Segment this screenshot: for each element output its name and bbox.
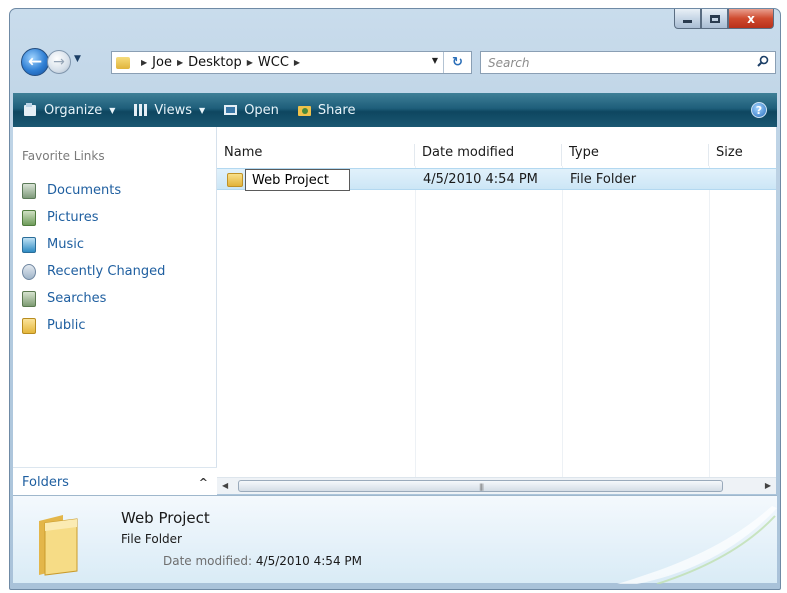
views-icon <box>134 104 148 116</box>
column-headers: Name Date modified Type Size <box>217 127 776 166</box>
minimize-button[interactable] <box>674 9 701 29</box>
share-button[interactable]: Share <box>297 102 356 118</box>
open-button[interactable]: Open <box>223 103 279 118</box>
explorer-window: x ← → ▼ ▶ Joe ▶ Desktop ▶ WCC ▶ ▼ ↻ Sear… <box>9 8 781 590</box>
favorite-link-label: Searches <box>47 291 107 306</box>
favorite-link-recently-changed[interactable]: Recently Changed <box>22 258 165 285</box>
back-arrow-icon: ← <box>27 52 43 72</box>
favorite-link-label: Music <box>47 237 84 252</box>
command-bar: Organize ▼ Views ▼ Open Share ? <box>13 93 777 127</box>
views-button[interactable]: Views ▼ <box>133 103 205 118</box>
scroll-left-icon[interactable]: ◀ <box>222 481 228 490</box>
column-divider <box>562 166 563 486</box>
close-button[interactable]: x <box>728 9 774 29</box>
date-modified-label: Date modified: <box>163 554 253 568</box>
favorite-links-heading: Favorite Links <box>22 149 105 163</box>
favorite-link-pictures[interactable]: Pictures <box>22 204 165 231</box>
breadcrumb-wcc[interactable]: WCC <box>258 55 289 70</box>
folder-icon <box>39 515 78 576</box>
refresh-button[interactable]: ↻ <box>443 52 471 73</box>
column-header-date-modified[interactable]: Date modified <box>415 144 562 166</box>
details-date-modified: Date modified: 4/5/2010 4:54 PM <box>163 554 362 568</box>
organize-icon <box>24 103 36 116</box>
searches-icon <box>22 290 36 307</box>
date-modified-value: 4/5/2010 4:54 PM <box>255 554 362 568</box>
folder-icon <box>227 173 243 187</box>
maximize-button[interactable] <box>701 9 728 29</box>
details-item-name: Web Project <box>121 509 210 527</box>
type-cell: File Folder <box>570 172 637 187</box>
music-icon <box>22 236 36 253</box>
search-icon[interactable] <box>757 55 769 67</box>
share-label: Share <box>317 102 356 118</box>
organize-label: Organize <box>44 102 103 118</box>
caption-buttons: x <box>674 9 774 29</box>
recently-changed-icon <box>22 263 36 280</box>
favorite-link-label: Public <box>47 318 86 333</box>
favorite-link-documents[interactable]: Documents <box>22 177 165 204</box>
rename-field[interactable] <box>245 169 350 191</box>
pictures-icon <box>22 209 36 226</box>
navigation-pane: Favorite Links Documents Pictures Music … <box>13 127 217 503</box>
navigation-row: ← → ▼ ▶ Joe ▶ Desktop ▶ WCC ▶ ▼ ↻ <box>10 45 780 77</box>
scroll-right-icon[interactable]: ▶ <box>765 481 771 490</box>
column-header-name[interactable]: Name <box>217 144 415 166</box>
decorative-swoosh <box>617 506 777 584</box>
help-button[interactable]: ? <box>751 102 767 118</box>
open-icon <box>224 105 238 115</box>
address-dropdown-icon[interactable]: ▼ <box>432 56 438 65</box>
search-box[interactable] <box>480 51 776 74</box>
favorite-links-list: Documents Pictures Music Recently Change… <box>22 177 165 339</box>
details-pane: Web Project File Folder Date modified: 4… <box>13 495 777 584</box>
file-list: Name Date modified Type Size 4/5/2010 4:… <box>217 127 776 486</box>
favorite-link-label: Pictures <box>47 210 99 225</box>
forward-button[interactable]: → <box>47 50 71 74</box>
chevron-up-icon: ^ <box>198 475 208 489</box>
public-folder-icon <box>22 317 36 334</box>
folders-label: Folders <box>22 474 69 490</box>
open-label: Open <box>244 102 279 118</box>
breadcrumb-separator-icon[interactable]: ▶ <box>141 58 147 67</box>
column-divider <box>415 166 416 486</box>
favorite-link-searches[interactable]: Searches <box>22 285 165 312</box>
scrollbar-thumb[interactable]: ||| <box>238 480 723 492</box>
folders-toggle[interactable]: Folders ^ <box>13 467 217 496</box>
address-bar[interactable]: ▶ Joe ▶ Desktop ▶ WCC ▶ ▼ ↻ <box>111 51 472 74</box>
breadcrumb-separator-icon[interactable]: ▶ <box>177 58 183 67</box>
chevron-down-icon: ▼ <box>199 105 206 115</box>
recent-pages-dropdown[interactable]: ▼ <box>74 54 81 64</box>
back-button[interactable]: ← <box>21 48 49 76</box>
folder-icon <box>116 56 130 69</box>
help-icon: ? <box>755 103 763 117</box>
breadcrumb-separator-icon[interactable]: ▶ <box>247 58 253 67</box>
favorite-link-public[interactable]: Public <box>22 312 165 339</box>
minimize-icon <box>683 20 692 23</box>
search-input[interactable] <box>488 55 738 70</box>
table-row[interactable]: 4/5/2010 4:54 PM File Folder <box>217 168 776 191</box>
chevron-down-icon: ▼ <box>109 105 116 115</box>
maximize-icon <box>709 14 720 23</box>
views-label: Views <box>154 102 193 118</box>
favorite-link-music[interactable]: Music <box>22 231 165 258</box>
breadcrumb-joe[interactable]: Joe <box>152 55 172 70</box>
breadcrumb-desktop[interactable]: Desktop <box>188 55 242 70</box>
organize-button[interactable]: Organize ▼ <box>23 103 115 118</box>
column-header-size[interactable]: Size <box>709 144 776 166</box>
close-icon: x <box>747 11 755 26</box>
favorite-link-label: Documents <box>47 183 122 198</box>
grip-icon: ||| <box>479 483 484 491</box>
breadcrumb-separator-icon[interactable]: ▶ <box>294 58 300 67</box>
share-icon <box>297 106 311 116</box>
documents-icon <box>22 182 36 199</box>
details-item-type: File Folder <box>121 532 182 546</box>
favorite-link-label: Recently Changed <box>47 264 166 279</box>
horizontal-scrollbar[interactable]: ◀ ||| ▶ <box>217 477 776 494</box>
date-modified-cell: 4/5/2010 4:54 PM <box>423 172 538 187</box>
column-divider <box>709 166 710 486</box>
forward-arrow-icon: → <box>53 54 65 70</box>
column-header-type[interactable]: Type <box>562 144 709 166</box>
